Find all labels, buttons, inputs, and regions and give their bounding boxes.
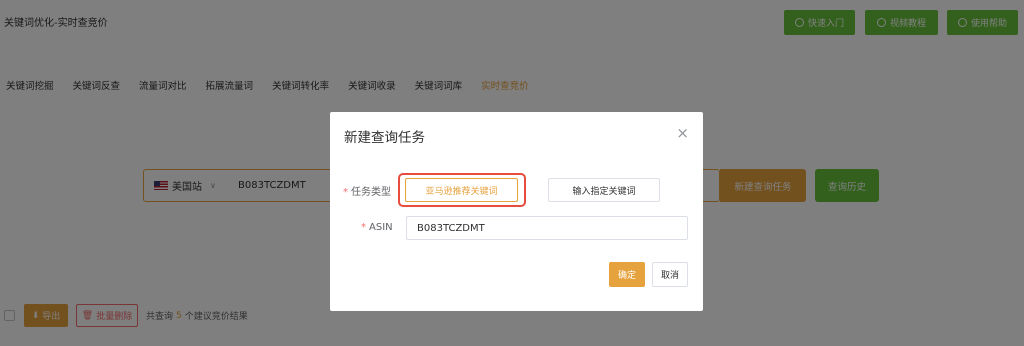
asin-label: * ASIN bbox=[361, 222, 393, 233]
new-query-dialog: 新建查询任务 × bbox=[330, 112, 703, 311]
asin-input[interactable]: B083TCZDMT bbox=[406, 216, 688, 240]
dialog-title: 新建查询任务 bbox=[344, 130, 425, 146]
required-mark-asin: * bbox=[361, 222, 366, 233]
cancel-button[interactable]: 取消 bbox=[652, 262, 688, 287]
task-type-label: * 任务类型 bbox=[343, 187, 391, 198]
confirm-button[interactable]: 确定 bbox=[609, 262, 645, 287]
custom-keywords-option[interactable]: 输入指定关键词 bbox=[548, 178, 660, 202]
required-mark: * bbox=[343, 187, 348, 198]
close-icon[interactable]: × bbox=[676, 124, 689, 142]
highlight-annotation bbox=[398, 173, 526, 207]
